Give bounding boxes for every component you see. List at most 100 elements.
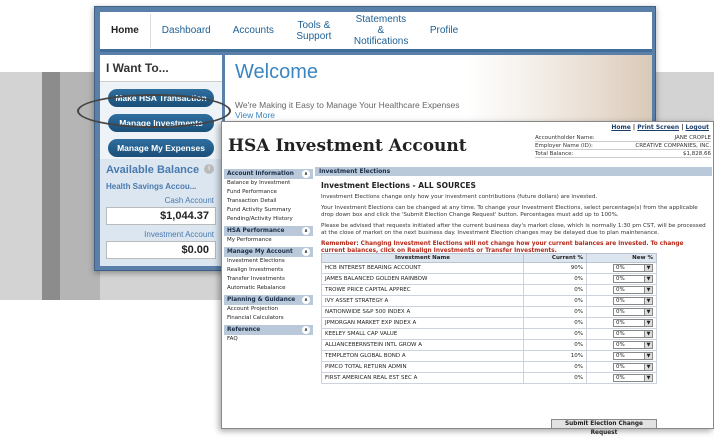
i-want-to-heading: I Want To... xyxy=(100,55,222,82)
new-percent-select[interactable]: 0% ▼ xyxy=(613,374,653,382)
investment-name: NATIONWIDE S&P 500 INDEX A xyxy=(321,306,524,318)
nav-financial-calculators[interactable]: Financial Calculators xyxy=(224,314,313,323)
accountholder-name-row: Accountholder Name: JANE CROPLE xyxy=(535,134,711,142)
dropdown-arrow-icon[interactable]: ▼ xyxy=(644,265,652,271)
nav-tab-statements-notifications[interactable]: Statements & Notifications xyxy=(343,14,419,47)
investment-name: ALLIANCEBERNSTEIN INTL GROW A xyxy=(321,339,524,351)
submit-election-change-button[interactable]: Submit Election Change Request xyxy=(551,419,657,436)
new-percent-select[interactable]: 0% ▼ xyxy=(613,286,653,294)
new-percent-select[interactable]: 0% ▼ xyxy=(613,330,653,338)
table-row: JPMORGAN MARKET EXP INDEX A 0% 0% ▼ xyxy=(321,317,657,329)
selected-value: 0% xyxy=(616,298,625,304)
collapse-icon[interactable]: ∧ xyxy=(302,326,310,334)
new-percent-select[interactable]: 0% ▼ xyxy=(613,264,653,272)
elections-table: Investment Name Current % New % HCB INTE… xyxy=(321,253,657,384)
selected-value: 0% xyxy=(616,320,625,326)
nav-transfer-investments[interactable]: Transfer Investments xyxy=(224,275,313,284)
info-icon[interactable]: i xyxy=(204,164,214,174)
nav-tab-profile[interactable]: Profile xyxy=(419,25,469,36)
table-row: HCB INTEREST BEARING ACCOUNT 90% 0% ▼ xyxy=(321,262,657,274)
nav-automatic-rebalance[interactable]: Automatic Rebalance xyxy=(224,284,313,293)
nav-tab-tools-support[interactable]: Tools & Support xyxy=(285,20,343,42)
background-stripe-dark xyxy=(42,72,60,300)
accountholder-info: Accountholder Name: JANE CROPLE Employer … xyxy=(535,134,711,158)
view-more-link[interactable]: View More xyxy=(235,110,275,120)
hsa-investment-window: Home | Print Screen | Logout HSA Investm… xyxy=(221,121,714,436)
nav-fund-activity-summary[interactable]: Fund Activity Summary xyxy=(224,206,313,215)
dropdown-arrow-icon[interactable]: ▼ xyxy=(644,320,652,326)
nav-tab-dashboard[interactable]: Dashboard xyxy=(151,25,222,36)
dropdown-arrow-icon[interactable]: ▼ xyxy=(644,353,652,359)
dropdown-arrow-icon[interactable]: ▼ xyxy=(644,364,652,370)
info-label: Employer Name (ID): xyxy=(535,143,593,149)
page-title: HSA Investment Account xyxy=(228,136,467,156)
new-percent-cell: 0% ▼ xyxy=(586,350,657,362)
table-row: KEELEY SMALL CAP VALUE 0% 0% ▼ xyxy=(321,328,657,340)
nav-balance-by-investment[interactable]: Balance by Investment xyxy=(224,179,313,188)
section-hsa-performance[interactable]: HSA Performance ∧ xyxy=(224,226,313,236)
nav-pending-activity-history[interactable]: Pending/Activity History xyxy=(224,215,313,224)
section-label: Reference xyxy=(227,327,261,333)
dropdown-arrow-icon[interactable]: ▼ xyxy=(644,298,652,304)
dropdown-arrow-icon[interactable]: ▼ xyxy=(644,287,652,293)
new-percent-select[interactable]: 0% ▼ xyxy=(613,275,653,283)
nav-fund-performance[interactable]: Fund Performance xyxy=(224,188,313,197)
dropdown-arrow-icon[interactable]: ▼ xyxy=(644,276,652,282)
section-label: HSA Performance xyxy=(227,228,285,234)
nav-investment-elections[interactable]: Investment Elections xyxy=(224,257,313,266)
dropdown-arrow-icon[interactable]: ▼ xyxy=(644,342,652,348)
portal-sidebar: I Want To... Make HSA Transaction Manage… xyxy=(100,55,222,266)
nav-faq[interactable]: FAQ xyxy=(224,335,313,344)
new-percent-select[interactable]: 0% ▼ xyxy=(613,352,653,360)
manage-my-expenses-button[interactable]: Manage My Expenses xyxy=(108,139,214,157)
dropdown-arrow-icon[interactable]: ▼ xyxy=(644,375,652,381)
collapse-icon[interactable]: ∧ xyxy=(302,248,310,256)
investment-name: KEELEY SMALL CAP VALUE xyxy=(321,328,524,340)
nav-tab-home[interactable]: Home xyxy=(100,13,151,48)
selected-value: 0% xyxy=(616,375,625,381)
nav-realign-investments[interactable]: Realign Investments xyxy=(224,266,313,275)
info-label: Total Balance: xyxy=(535,151,574,157)
selected-value: 0% xyxy=(616,265,625,271)
current-percent: 0% xyxy=(523,284,587,296)
nav-tab-accounts[interactable]: Accounts xyxy=(222,25,285,36)
new-percent-cell: 0% ▼ xyxy=(586,372,657,384)
nav-account-projection[interactable]: Account Projection xyxy=(224,305,313,314)
info-value: JANE CROPLE xyxy=(674,135,711,141)
new-percent-select[interactable]: 0% ▼ xyxy=(613,341,653,349)
nav-transaction-detail[interactable]: Transaction Detail xyxy=(224,197,313,206)
current-percent: 0% xyxy=(523,339,587,351)
new-percent-cell: 0% ▼ xyxy=(586,339,657,351)
new-percent-select[interactable]: 0% ▼ xyxy=(613,297,653,305)
new-percent-cell: 0% ▼ xyxy=(586,306,657,318)
table-header-row: Investment Name Current % New % xyxy=(321,253,657,263)
collapse-icon[interactable]: ∧ xyxy=(302,170,310,178)
investment-name: TEMPLETON GLOBAL BOND A xyxy=(321,350,524,362)
new-percent-select[interactable]: 0% ▼ xyxy=(613,308,653,316)
investment-name: IVY ASSET STRATEGY A xyxy=(321,295,524,307)
selected-value: 0% xyxy=(616,342,625,348)
account-name[interactable]: Health Savings Accou... xyxy=(100,176,222,191)
section-account-information[interactable]: Account Information ∧ xyxy=(224,169,313,179)
collapse-icon[interactable]: ∧ xyxy=(302,296,310,304)
info-paragraph-1: Investment Elections change only how you… xyxy=(321,194,598,200)
selected-value: 0% xyxy=(616,276,625,282)
new-percent-select[interactable]: 0% ▼ xyxy=(613,363,653,371)
section-reference[interactable]: Reference ∧ xyxy=(224,325,313,335)
investment-account-label: Investment Account xyxy=(144,230,214,239)
collapse-icon[interactable]: ∧ xyxy=(302,227,310,235)
section-manage-my-account[interactable]: Manage My Account ∧ xyxy=(224,247,313,257)
top-links: Home | Print Screen | Logout xyxy=(611,124,709,131)
home-link[interactable]: Home xyxy=(611,124,630,131)
new-percent-select[interactable]: 0% ▼ xyxy=(613,319,653,327)
nav-my-performance[interactable]: My Performance xyxy=(224,236,313,245)
section-label: Planning & Guidance xyxy=(227,297,296,303)
logout-link[interactable]: Logout xyxy=(685,124,709,131)
info-paragraph-2: Your Investment Elections can be changed… xyxy=(321,205,698,218)
column-new-pct: New % xyxy=(586,253,657,263)
section-planning-guidance[interactable]: Planning & Guidance ∧ xyxy=(224,295,313,305)
dropdown-arrow-icon[interactable]: ▼ xyxy=(644,309,652,315)
column-investment-name: Investment Name xyxy=(321,253,524,263)
print-screen-link[interactable]: Print Screen xyxy=(637,124,679,131)
dropdown-arrow-icon[interactable]: ▼ xyxy=(644,331,652,337)
